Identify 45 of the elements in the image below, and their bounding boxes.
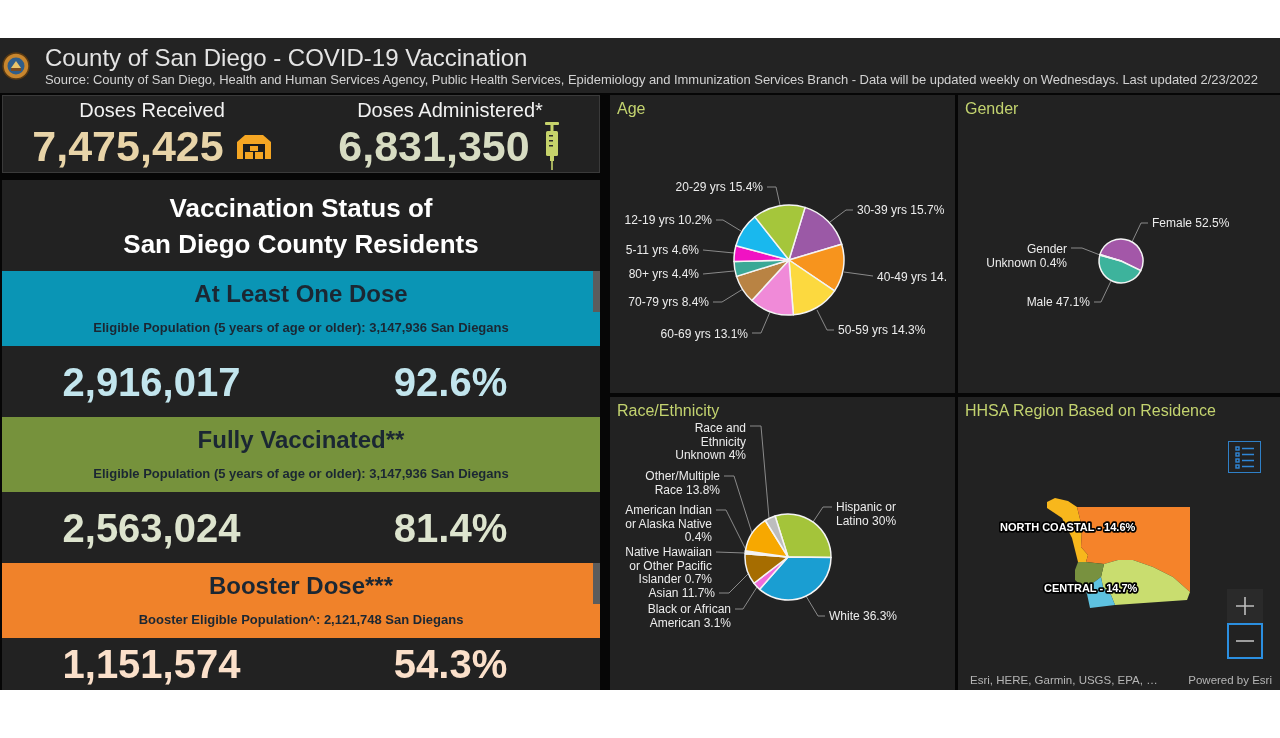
count-value: 2,916,017	[62, 358, 241, 405]
data-label: 70-79 yrs 8.4%	[628, 295, 709, 309]
band-title: Fully Vaccinated**	[197, 425, 405, 455]
stat-label: Doses Received	[79, 98, 225, 122]
data-label: Gender Unknown 0.4%	[986, 242, 1067, 270]
page-title: County of San Diego - COVID-19 Vaccination	[45, 43, 528, 72]
data-label: 5-11 yrs 4.6%	[625, 243, 699, 257]
data-label: Hispanic or Latino 30%	[836, 500, 897, 528]
map-attribution: Esri, HERE, Garmin, USGS, EPA, …	[970, 673, 1158, 687]
percent-value: 54.3%	[393, 641, 508, 687]
data-label: Asian 11.7%	[648, 586, 715, 600]
percent-value: 81.4%	[393, 504, 508, 551]
data-label: Race and Ethnicity Unknown 4%	[675, 422, 746, 462]
chart-title: Age	[617, 99, 646, 119]
data-label: 80+ yrs 4.4%	[628, 267, 699, 281]
data-label: Male 47.1%	[1026, 295, 1090, 309]
data-label: 30-39 yrs 15.7%	[857, 203, 945, 217]
band-title: At Least One Dose	[194, 279, 408, 309]
stat-value: 7,475,425	[32, 122, 224, 170]
eligible-text: Eligible Population (5 years of age or older): 3,147,936 San Diegans	[93, 465, 509, 482]
data-label: American Indian or Alaska Native 0.4%	[625, 503, 712, 544]
source-note: Source: County of San Diego, Health and Human Services Agency, Public Health Services, Epidemiology and Immunization Services Branch - Data will be updated weekly on Wednesdays. Last updated 2/23/2022	[45, 71, 1258, 88]
data-label: 40-49 yrs 14.	[877, 270, 948, 284]
panel-title: Vaccination Status of San Diego County Residents	[123, 191, 479, 261]
data-label: 50-59 yrs 14.3%	[838, 323, 926, 337]
eligible-text: Eligible Population (5 years of age or older): 3,147,936 San Diegans	[93, 319, 509, 336]
data-label: White 36.3%	[829, 609, 898, 623]
chart-title: Race/Ethnicity	[617, 401, 720, 421]
data-label: 60-69 yrs 13.1%	[660, 327, 748, 341]
data-label: 20-29 yrs 15.4%	[675, 180, 763, 194]
band-title: Booster Dose***	[208, 571, 394, 601]
data-label: Female 52.5%	[1152, 216, 1230, 230]
eligible-text: Booster Eligible Population^: 2,121,748 San Diegans	[138, 611, 464, 628]
count-value: 2,563,024	[62, 504, 241, 551]
chart-title: Gender	[965, 99, 1019, 119]
data-label: 12-19 yrs 10.2%	[624, 213, 712, 227]
stat-label: Doses Administered*	[357, 98, 543, 122]
data-label: Other/Multiple Race 13.8%	[645, 469, 720, 497]
chart-title: HHSA Region Based on Residence	[965, 401, 1216, 421]
stat-value: 6,831,350	[338, 122, 530, 170]
data-label: Black or African American 3.1%	[647, 602, 731, 630]
count-value: 1,151,574	[62, 641, 241, 687]
map-credit: Powered by Esri	[1188, 673, 1272, 687]
percent-value: 92.6%	[393, 358, 508, 405]
data-label: Native Hawaiian or Other Pacific Islander 0.7%	[625, 545, 712, 586]
